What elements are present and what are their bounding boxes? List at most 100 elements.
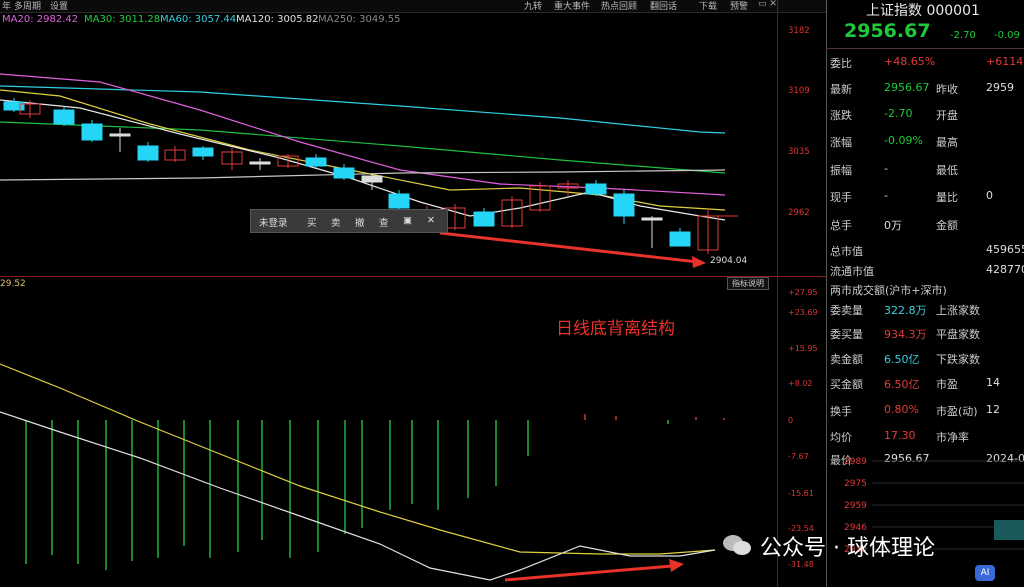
dea-line [0,363,716,555]
candle-body [473,211,495,227]
candle-body [53,109,75,125]
quote-row: 两市成交额(沪市+深市) [826,279,1024,301]
quote-label: 涨跌 [830,109,852,122]
divergence-annotation: 日线底背离结构 [556,319,675,339]
indicator-tick: +15.95 [788,344,818,353]
ma120-legend: MA120: 3005.82 [236,14,319,25]
quote-label: 最高 [936,136,958,149]
quote-row: 涨幅 -0.09% 最高 [826,131,1024,153]
quote-row: 现手 - 量比 0 [826,186,1024,208]
indicator-tick: 0 [788,416,794,425]
quote-row: 总市值 459655 [826,240,1024,262]
quote-value: +6114 [986,55,1024,68]
quote-label: 金额 [936,219,958,232]
quote-label: 下跌家数 [936,353,980,366]
chart-top-toolbar: 年 多周期 设置 九转 重大事件 热点回顾 翻回话 下载 预警 ▭ ✕ [0,0,826,13]
login-status[interactable]: 未登录 [259,215,288,229]
index-change: -2.70 [950,30,976,41]
quote-label: 委买量 [830,328,863,341]
quote-label: 昨收 [936,83,958,96]
ma30-legend: MA30: 3011.28 [84,14,161,25]
panel-divider [826,48,1024,49]
ma10-line [0,89,726,211]
quote-row: 委卖量 322.8万 上涨家数 [826,299,1024,321]
quote-value: 459655 [986,243,1024,256]
indicator-tick: +23.69 [788,308,818,317]
quote-value: 934.3万 [884,328,927,341]
wechat-icon [723,535,751,555]
toolbar-item-download[interactable]: 下载 [699,0,717,12]
pane-separator [0,276,826,277]
candle-body [305,157,327,167]
quote-value: 0 [986,189,993,202]
candlestick-chart[interactable] [0,30,776,276]
watermark-text: 公众号 · 球体理论 [760,536,935,561]
indicator-tick: +27.95 [788,288,818,297]
quote-label: 现手 [830,191,852,204]
candle-body [137,145,159,161]
price-tick: 3182 [788,26,810,36]
quote-label: 市盈(动) [936,405,978,418]
candle-body [669,231,691,247]
quote-value: 428770 [986,263,1024,276]
indicator-tick: +8.02 [788,379,813,388]
query-button[interactable]: 查 [379,215,389,229]
quote-label: 振幅 [830,164,852,177]
toolbar-item-alert[interactable]: 预警 [730,0,748,12]
index-price: 2956.67 [844,20,931,42]
buy-button[interactable]: 买 [307,215,317,229]
quote-label: 市盈 [936,378,958,391]
mini-axis-tick: 2975 [844,479,867,489]
mini-axis-tick: 2989 [844,457,867,467]
toolbar-item-year[interactable]: 年 [2,0,11,12]
toolbar-item-settings[interactable]: 设置 [50,0,68,12]
quote-label: 最新 [830,83,852,96]
candle-body [249,161,271,165]
mini-volume-block [994,520,1024,540]
quote-row: 卖金额 6.50亿 下跌家数 [826,348,1024,370]
close-icon[interactable]: ✕ [427,215,435,226]
price-tick: 3109 [788,86,810,96]
quote-value: 12 [986,403,1000,416]
quote-value: 2959 [986,81,1014,94]
quote-value: -2.70 [884,107,913,120]
macd-divergence-arrow [504,564,673,582]
quote-value: -0.09% [884,134,923,147]
toolbar-item-nine-turn[interactable]: 九转 [524,0,542,12]
price-tick: 3035 [788,147,810,157]
quote-value: 17.30 [884,429,916,442]
ai-badge[interactable]: AI [975,565,995,581]
index-change-pct: -0.09 [994,30,1020,41]
candle-body [613,193,635,217]
toolbar-item-major-events[interactable]: 重大事件 [554,0,590,12]
quote-label: 市净率 [936,431,969,444]
divergence-arrowhead [692,256,706,268]
price-axis: 3182 3109 3035 2962 [777,0,827,276]
cancel-order-button[interactable]: 撤 [355,215,365,229]
toolbar-item-flip[interactable]: 翻回话 [650,0,677,12]
quote-label: 涨幅 [830,136,852,149]
mini-axis-tick: 2959 [844,501,867,511]
quote-row: 换手 0.80% 市盈(动) 12 [826,400,1024,422]
quote-row: 涨跌 -2.70 开盘 [826,104,1024,126]
quote-label: 上涨家数 [936,304,980,317]
window-controls-icon[interactable]: ▭ ✕ [758,0,777,9]
window-icon[interactable]: ▣ [403,215,412,226]
candle-body [109,133,131,137]
quote-value: 0万 [884,219,902,232]
trade-toolbar: 未登录 买 卖 撤 查 ▣ ✕ [250,209,448,233]
quote-row: 委买量 934.3万 平盘家数 [826,323,1024,345]
quote-label: 换手 [830,405,852,418]
quote-label: 委卖量 [830,304,863,317]
toolbar-item-multi-period[interactable]: 多周期 [14,0,41,12]
quote-label: 买金额 [830,378,863,391]
quote-label: 两市成交额(沪市+深市) [830,284,947,297]
quote-label: 流通市值 [830,265,874,278]
toolbar-item-hot-review[interactable]: 热点回顾 [601,0,637,12]
sell-button[interactable]: 卖 [331,215,341,229]
candle-body [361,175,383,183]
ma60-legend: MA60: 3057.44 [160,14,237,25]
candle-body [641,217,663,221]
candle-body [388,193,410,209]
indicator-tick: -7.67 [788,452,809,461]
